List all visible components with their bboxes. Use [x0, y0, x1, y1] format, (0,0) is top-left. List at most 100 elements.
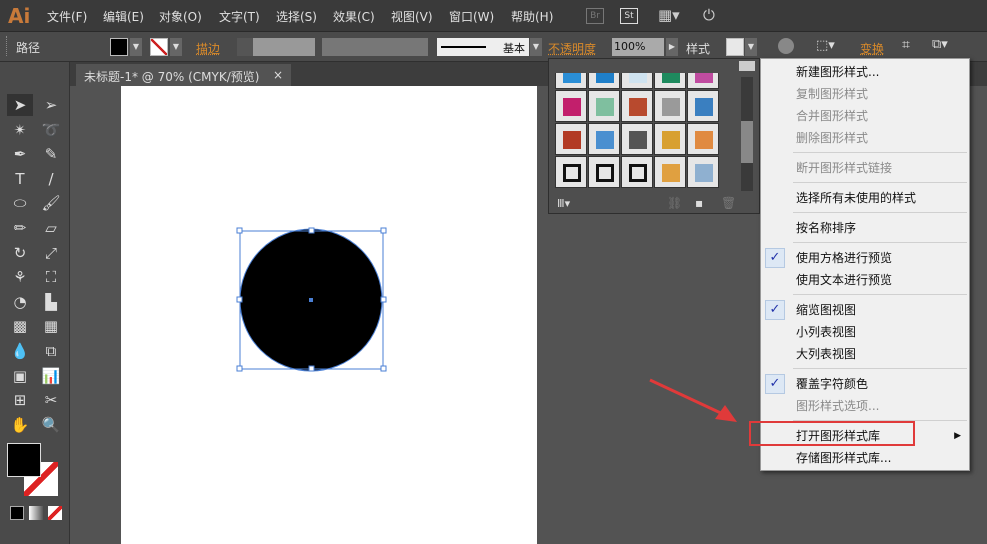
color-mode-none[interactable] — [48, 506, 62, 520]
menu-item[interactable]: ✓ 使用方格进行预览 — [761, 247, 969, 269]
bridge-icon[interactable]: Br — [586, 8, 604, 24]
menu-item[interactable]: 按名称排序 — [761, 217, 969, 239]
menu-item[interactable]: 选择所有未使用的样式 — [761, 187, 969, 209]
new-style-icon[interactable]: ▪ — [695, 196, 703, 210]
transform-label[interactable]: 变换 — [860, 40, 884, 57]
stroke-label[interactable]: 描边 — [196, 40, 220, 57]
curvature-tool-icon[interactable]: ✎ — [38, 143, 64, 165]
slice-tool-icon[interactable]: ✂ — [38, 389, 64, 411]
graphic-style-thumbnail[interactable] — [588, 90, 620, 122]
menu-item[interactable]: 使用文本进行预览 — [761, 269, 969, 291]
graphic-style-thumbnail[interactable] — [588, 123, 620, 155]
options-icon[interactable]: ⧉▾ — [932, 37, 948, 52]
stroke-weight-input[interactable] — [237, 38, 315, 56]
graphic-style-thumbnail[interactable] — [621, 123, 653, 155]
eyedropper-tool-icon[interactable]: 💧 — [7, 340, 33, 362]
opacity-label[interactable]: 不透明度 — [548, 40, 596, 57]
menu-0[interactable]: 文件(F) — [47, 8, 87, 25]
brush-dropdown[interactable]: ▼ — [530, 38, 542, 56]
menu-8[interactable]: 帮助(H) — [511, 8, 553, 25]
graphic-style-thumbnail[interactable] — [621, 90, 653, 122]
menu-5[interactable]: 效果(C) — [333, 8, 375, 25]
menu-item[interactable]: 删除图形样式 — [761, 127, 969, 149]
graphic-style-thumbnail[interactable] — [654, 73, 686, 89]
style-library-icon[interactable]: Ⅲ▾ — [557, 197, 570, 210]
workspace-icon[interactable]: ▦▾ — [658, 6, 680, 24]
fill-color-swatch[interactable] — [7, 443, 41, 477]
shape-builder-tool-icon[interactable]: ◔ — [7, 291, 33, 313]
close-tab-icon[interactable]: × — [273, 68, 283, 82]
graphic-style-thumbnail[interactable] — [654, 123, 686, 155]
graphic-style-thumbnail[interactable] — [687, 90, 719, 122]
color-mode-black[interactable] — [10, 506, 24, 520]
menu-item[interactable]: 大列表视图 — [761, 343, 969, 365]
recolor-icon[interactable] — [778, 38, 794, 54]
graphic-style-thumbnail[interactable] — [654, 90, 686, 122]
mesh-tool-icon[interactable]: ▩ — [7, 315, 33, 337]
menu-4[interactable]: 选择(S) — [276, 8, 317, 25]
graphic-style-thumbnail[interactable] — [621, 156, 653, 188]
menu-item[interactable]: 新建图形样式... — [761, 61, 969, 83]
blend-tool-icon[interactable]: ⧉ — [38, 340, 64, 362]
graphic-style-thumbnail[interactable] — [555, 90, 587, 122]
graphic-style-thumbnail[interactable] — [687, 123, 719, 155]
opacity-input[interactable]: 100% — [612, 38, 664, 56]
graphic-style-thumbnail[interactable] — [687, 73, 719, 89]
variable-width-profile[interactable] — [322, 38, 428, 56]
magic-wand-tool-icon[interactable]: ✴ — [7, 119, 33, 141]
sync-icon[interactable]: ⏻ — [703, 6, 715, 24]
menu-item[interactable]: ✓ 覆盖字符颜色 — [761, 373, 969, 395]
lasso-tool-icon[interactable]: ➰ — [38, 119, 64, 141]
graphic-style-thumbnail[interactable] — [555, 123, 587, 155]
delete-icon[interactable]: 🗑 — [721, 196, 736, 210]
style-dropdown[interactable]: ▼ — [745, 38, 757, 56]
menu-2[interactable]: 对象(O) — [159, 8, 202, 25]
break-link-icon[interactable]: ⛓ — [667, 196, 682, 210]
document-tab[interactable]: 未标题-1* @ 70% (CMYK/预览) × — [76, 64, 291, 86]
direct-select-tool-icon[interactable]: ➢ — [38, 94, 64, 116]
style-swatch[interactable] — [726, 38, 744, 56]
graphic-style-thumbnail[interactable] — [621, 73, 653, 89]
menu-7[interactable]: 窗口(W) — [449, 8, 494, 25]
column-graph-tool-icon[interactable]: 📊 — [38, 365, 64, 387]
selected-circle[interactable] — [230, 222, 395, 380]
stroke-dropdown[interactable]: ▼ — [170, 38, 182, 56]
graphic-style-thumbnail[interactable] — [588, 73, 620, 89]
fill-dropdown[interactable]: ▼ — [130, 38, 142, 56]
align-icon[interactable]: ⬚▾ — [816, 38, 835, 53]
gradient-tool-icon[interactable]: ▦ — [38, 315, 64, 337]
pencil-tool-icon[interactable]: ✏ — [7, 217, 33, 239]
select-tool-icon[interactable]: ➤ — [7, 94, 33, 116]
isolate-icon[interactable]: ⌗ — [902, 37, 910, 53]
panel-scrollbar[interactable] — [741, 77, 753, 191]
menu-item[interactable]: 图形样式选项... — [761, 395, 969, 417]
color-mode-gradient[interactable] — [29, 506, 43, 520]
menu-1[interactable]: 编辑(E) — [103, 8, 144, 25]
panel-menu-icon[interactable] — [739, 61, 755, 71]
scale-tool-icon[interactable]: ⤢ — [38, 242, 64, 264]
menu-item[interactable]: 存储图形样式库... — [761, 447, 969, 469]
menu-3[interactable]: 文字(T) — [219, 8, 260, 25]
pen-tool-icon[interactable]: ✒ — [7, 143, 33, 165]
graphic-style-thumbnail[interactable] — [654, 156, 686, 188]
free-transform-tool-icon[interactable]: ⛶ — [38, 266, 64, 288]
zoom-tool-icon[interactable]: 🔍 — [38, 414, 64, 436]
graphic-style-thumbnail[interactable] — [588, 156, 620, 188]
ellipse-tool-icon[interactable]: ⬭ — [7, 192, 33, 214]
menu-item[interactable]: 断开图形样式链接 — [761, 157, 969, 179]
graphic-style-thumbnail[interactable] — [555, 156, 587, 188]
opacity-arrow[interactable]: ▶ — [666, 38, 678, 56]
symbol-sprayer-tool-icon[interactable]: ▣ — [7, 365, 33, 387]
stroke-swatch[interactable] — [150, 38, 168, 56]
brush-definition[interactable]: 基本 — [437, 38, 529, 56]
rotate-tool-icon[interactable]: ↻ — [7, 242, 33, 264]
paintbrush-tool-icon[interactable]: 🖌 — [38, 192, 64, 214]
menu-6[interactable]: 视图(V) — [391, 8, 433, 25]
menu-item[interactable]: 小列表视图 — [761, 321, 969, 343]
warp-tool-icon[interactable]: ⚘ — [7, 266, 33, 288]
perspective-tool-icon[interactable]: ▙ — [38, 291, 64, 313]
hand-tool-icon[interactable]: ✋ — [7, 414, 33, 436]
stock-icon[interactable]: St — [620, 8, 638, 24]
type-tool-icon[interactable]: T — [7, 168, 33, 190]
graphic-style-thumbnail[interactable] — [687, 156, 719, 188]
